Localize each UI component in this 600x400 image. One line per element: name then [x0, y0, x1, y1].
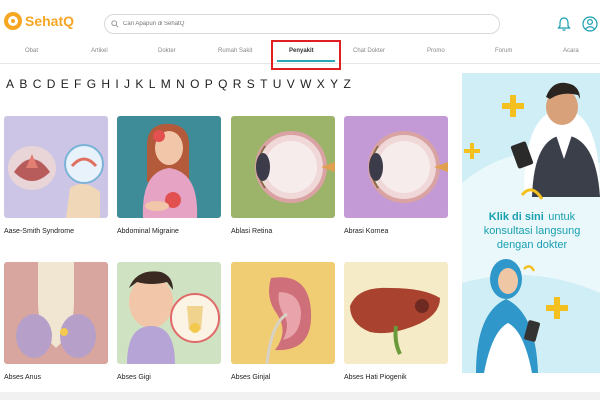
disease-card[interactable]: Abdominal Migraine	[117, 116, 221, 235]
letter-m[interactable]: M	[161, 77, 171, 91]
nav-acara[interactable]: Acara	[563, 48, 579, 54]
letter-q[interactable]: Q	[218, 77, 227, 91]
banner-text-1: untuk	[548, 211, 576, 223]
tooth-pain-illustration	[117, 262, 221, 364]
letter-f[interactable]: F	[74, 77, 81, 91]
letter-y[interactable]: Y	[330, 77, 338, 91]
letter-g[interactable]: G	[87, 77, 96, 91]
letter-z[interactable]: Z	[343, 77, 350, 91]
consult-doctor-banner[interactable]: Klik di sini untuk konsultasi langsung d…	[462, 73, 600, 373]
disease-card[interactable]: Abses Gigi	[117, 262, 221, 381]
nav-promo[interactable]: Promo	[427, 48, 445, 54]
banner-text-3: dengan dokter	[496, 239, 568, 251]
bell-icon[interactable]	[556, 16, 572, 32]
letter-w[interactable]: W	[300, 77, 311, 91]
letter-u[interactable]: U	[273, 77, 282, 91]
retina-eye-illustration	[231, 116, 335, 218]
disease-card[interactable]: Abses Anus	[4, 262, 108, 381]
disease-label: Abrasi Kornea	[344, 228, 389, 235]
disease-card[interactable]: Aase-Smith Syndrome	[4, 116, 108, 235]
user-icon[interactable]	[582, 16, 598, 32]
highlight-box	[271, 40, 341, 70]
letter-c[interactable]: C	[33, 77, 42, 91]
liver-illustration	[344, 262, 448, 364]
throat-illustration	[4, 116, 108, 218]
headache-woman-illustration	[117, 116, 221, 218]
nav-chat-dokter[interactable]: Chat Dokter	[353, 48, 385, 54]
sehatq-logo[interactable]: SehatQ	[4, 12, 74, 30]
disease-label: Abses Hati Piogenik	[344, 374, 407, 381]
letter-t[interactable]: T	[260, 77, 267, 91]
disease-label: Abses Gigi	[117, 374, 151, 381]
logo-text: SehatQ	[25, 13, 75, 29]
disease-label: Abdominal Migraine	[117, 228, 179, 235]
header: SehatQ	[0, 0, 600, 40]
nav-artikel[interactable]: Artikel	[91, 48, 108, 54]
search-input[interactable]	[123, 21, 483, 27]
letter-h[interactable]: H	[101, 77, 110, 91]
banner-text: Klik di sini untuk konsultasi langsung d…	[468, 209, 596, 252]
banner-cta: Klik di sini	[488, 211, 544, 223]
disease-label: Ablasi Retina	[231, 228, 273, 235]
nav-forum[interactable]: Forum	[495, 48, 512, 54]
letter-x[interactable]: X	[317, 77, 325, 91]
disease-card[interactable]: Abrasi Kornea	[344, 116, 448, 235]
search-box[interactable]	[104, 14, 500, 34]
disease-card[interactable]: Abses Hati Piogenik	[344, 262, 448, 381]
letter-l[interactable]: L	[149, 77, 156, 91]
letter-i[interactable]: I	[115, 77, 118, 91]
letter-n[interactable]: N	[176, 77, 185, 91]
cornea-eye-illustration	[344, 116, 448, 218]
letter-e[interactable]: E	[61, 77, 69, 91]
letter-k[interactable]: K	[135, 77, 143, 91]
search-icon	[111, 20, 119, 28]
letter-d[interactable]: D	[47, 77, 56, 91]
kidney-illustration	[231, 262, 335, 364]
letter-v[interactable]: V	[287, 77, 295, 91]
alphabet-index: A B C D E F G H I J K L M N O P Q R S T …	[6, 77, 351, 91]
disease-label: Abses Anus	[4, 374, 41, 381]
letter-r[interactable]: R	[233, 77, 242, 91]
logo-icon	[4, 12, 22, 30]
letter-p[interactable]: P	[205, 77, 213, 91]
horizontal-scrollbar[interactable]	[0, 392, 600, 400]
letter-j[interactable]: J	[124, 77, 130, 91]
banner-text-2: konsultasi langsung	[483, 225, 581, 237]
nav-rumah-sakit[interactable]: Rumah Sakit	[218, 48, 252, 54]
anus-illustration	[4, 262, 108, 364]
disease-card[interactable]: Abses Ginjal	[231, 262, 335, 381]
letter-o[interactable]: O	[190, 77, 199, 91]
letter-a[interactable]: A	[6, 77, 14, 91]
disease-card[interactable]: Ablasi Retina	[231, 116, 335, 235]
nav-dokter[interactable]: Dokter	[158, 48, 176, 54]
letter-b[interactable]: B	[19, 77, 27, 91]
nav-obat[interactable]: Obat	[25, 48, 38, 54]
letter-s[interactable]: S	[247, 77, 255, 91]
disease-label: Aase-Smith Syndrome	[4, 228, 75, 235]
disease-label: Abses Ginjal	[231, 374, 271, 381]
